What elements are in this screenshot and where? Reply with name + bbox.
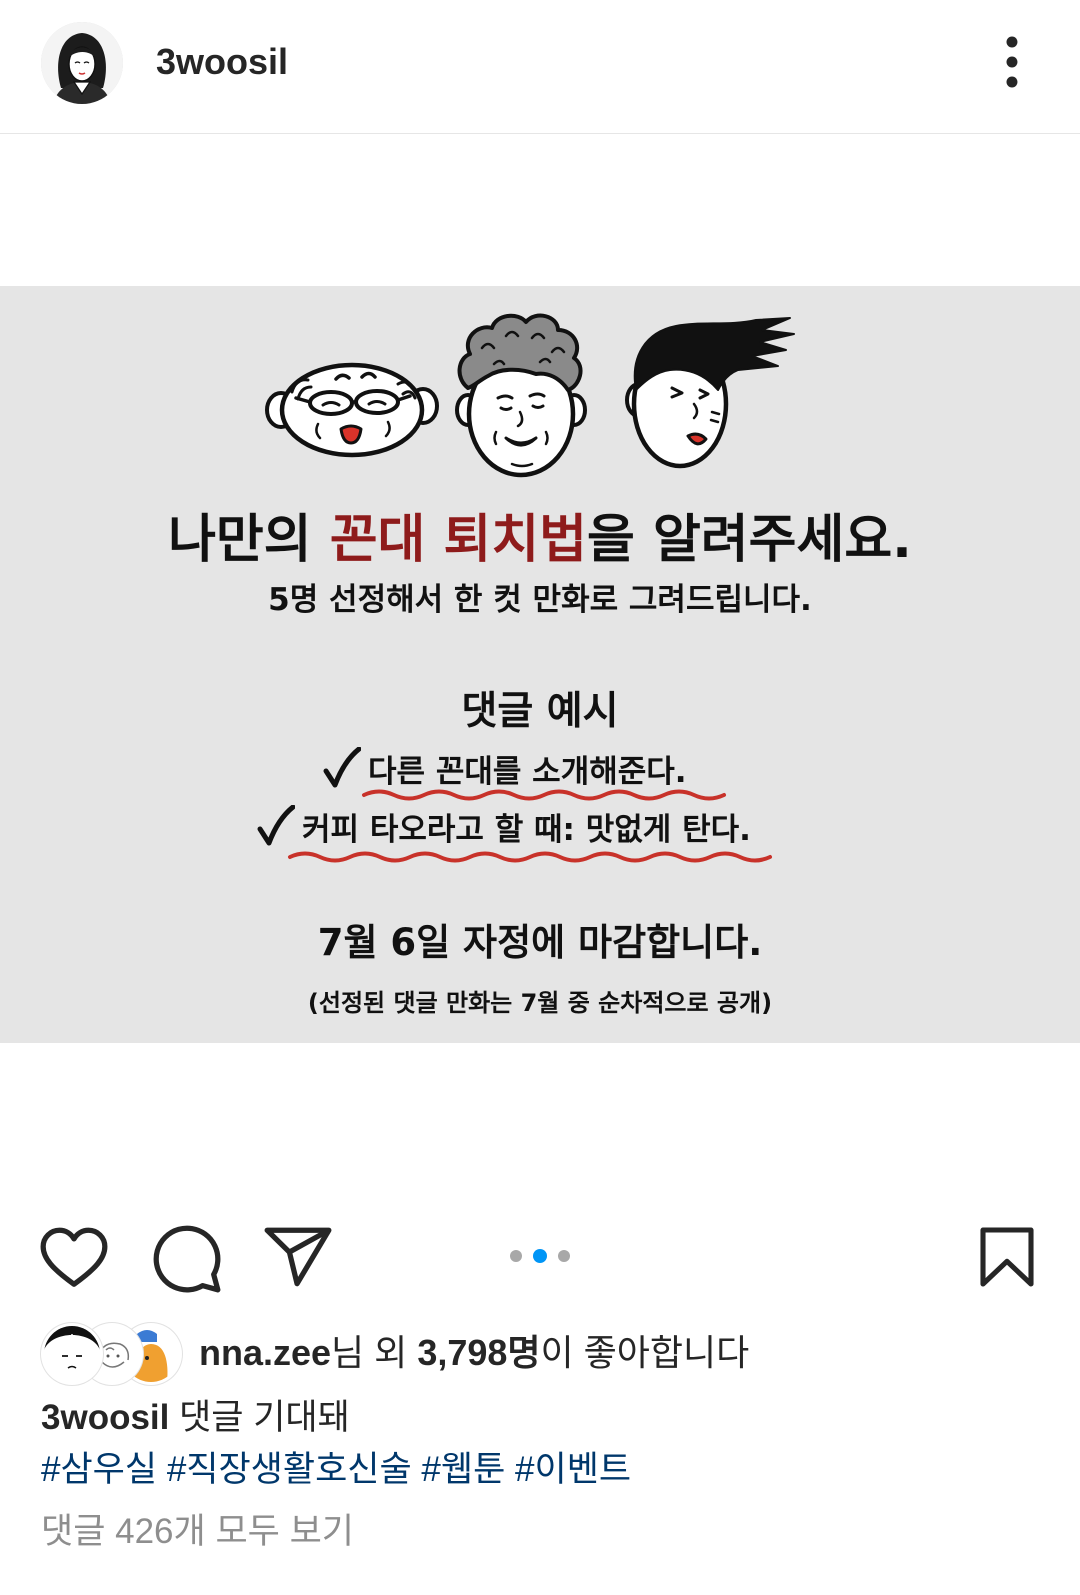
post-image-subtitle: 5명 선정해서 한 컷 만화로 그려드립니다.: [268, 582, 812, 618]
carousel-dot: [533, 1249, 547, 1263]
checkmark-icon: [257, 805, 295, 846]
profile-avatar[interactable]: [41, 22, 123, 104]
save-button[interactable]: [971, 1221, 1043, 1293]
post-caption: 3woosil 댓글 기대돼: [41, 1396, 350, 1440]
more-options-button[interactable]: [992, 32, 1032, 92]
header-username[interactable]: 3woosil: [156, 40, 288, 84]
more-vertical-icon: [1006, 36, 1018, 88]
title-highlight: 꼰대 퇴치법: [329, 510, 588, 570]
title-text-end: 을 알려주세요.: [587, 510, 912, 570]
liked-by-username[interactable]: nna.zee: [199, 1332, 331, 1373]
example-heading: 댓글 예시: [461, 689, 619, 734]
carousel-dot: [558, 1250, 570, 1262]
likes-suffix: 이 좋아합니다: [540, 1332, 750, 1373]
carousel-indicator: [0, 1249, 1080, 1263]
publish-note: (선정된 댓글 만화는 7월 중 순차적으로 공개): [307, 989, 773, 1017]
likes-summary: nna.zee님 외 3,798명이 좋아합니다: [199, 1331, 749, 1375]
bookmark-icon: [980, 1227, 1034, 1287]
cartoon-face-windblown-hair: [625, 317, 795, 469]
profile-avatar-illustration: [41, 22, 123, 104]
hashtag-list: #삼우실 #직장생활호신술 #웹툰 #이벤트: [41, 1448, 631, 1492]
liker-avatar-illustration: [44, 1326, 100, 1382]
hashtag-link[interactable]: #이벤트: [515, 1450, 631, 1489]
example-text: 커피 타오라고 할 때: 맛없게 탄다.: [302, 812, 751, 848]
hashtag-link[interactable]: #직장생활호신술: [167, 1450, 412, 1489]
post-header: 3woosil: [0, 0, 1080, 134]
likes-connector: 님 외: [331, 1332, 408, 1373]
view-all-comments-link[interactable]: 댓글 426개 모두 보기: [41, 1510, 354, 1554]
carousel-dot: [510, 1250, 522, 1262]
liker-avatar[interactable]: [44, 1326, 100, 1382]
wavy-underline: [288, 851, 772, 863]
cartoon-face-grandpa: [265, 362, 439, 458]
hashtag-link[interactable]: #웹툰: [421, 1450, 505, 1489]
title-text: 나만의: [168, 510, 312, 570]
hashtag-link[interactable]: #삼우실: [41, 1450, 157, 1489]
likes-count[interactable]: 3,798명: [417, 1332, 540, 1373]
deadline-text: 7월 6일 자정에 마감합니다.: [317, 921, 763, 964]
post-image[interactable]: 나만의 꼰대 퇴치법을 알려주세요. 5명 선정해서 한 컷 만화로 그려드립니…: [0, 286, 1080, 1043]
example-item: 다른 꼰대를 소개해준다.: [323, 747, 687, 794]
caption-username[interactable]: 3woosil: [41, 1398, 169, 1437]
cartoon-face-curly-hair: [455, 313, 587, 478]
example-text: 다른 꼰대를 소개해준다.: [368, 754, 687, 790]
post-image-title: 나만의 꼰대 퇴치법을 알려주세요.: [0, 504, 1080, 576]
checkmark-icon: [323, 747, 361, 788]
caption-text: 댓글 기대돼: [179, 1398, 350, 1437]
example-item: 커피 타오라고 할 때: 맛없게 탄다.: [257, 805, 751, 852]
